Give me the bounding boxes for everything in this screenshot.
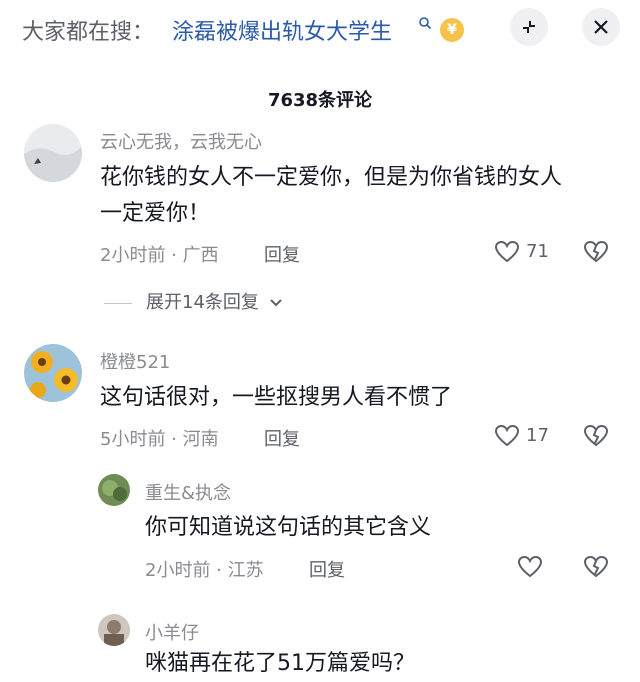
search-term-link[interactable]: 涂磊被爆出轨女大学生	[172, 14, 392, 46]
reply-button[interactable]: 回复	[309, 556, 345, 582]
divider	[104, 302, 132, 304]
search-icon	[419, 17, 432, 30]
top-search-bar: 大家都在搜： 涂磊被爆出轨女大学生 ¥	[0, 0, 640, 60]
like-count: 17	[526, 425, 549, 446]
comment-location: 广西	[182, 245, 219, 266]
reply-username[interactable]: 小羊仔	[145, 619, 199, 645]
close-button[interactable]	[582, 8, 620, 46]
minimize-button[interactable]	[510, 8, 548, 46]
reply-text: 你可知道说这句话的其它含义	[145, 515, 432, 540]
avatar[interactable]	[98, 614, 130, 646]
comment-location: 河南	[182, 429, 219, 450]
reply-time: 2小时前	[145, 560, 211, 581]
reply-button[interactable]: 回复	[264, 241, 300, 267]
comments-count: 7638条评论	[267, 90, 373, 111]
reply-button[interactable]: 回复	[264, 425, 300, 451]
comment-text: 这句话很对，一些抠搜男人看不惯了	[100, 385, 453, 410]
minimize-icon	[523, 21, 535, 33]
comment-time: 5小时前	[100, 429, 166, 450]
avatar[interactable]	[98, 474, 130, 506]
avatar[interactable]	[24, 344, 82, 402]
close-icon	[594, 20, 608, 34]
reply-text: 咪猫再在花了51万篇爱吗？	[145, 651, 415, 676]
expand-replies-button[interactable]: 展开14条回复	[104, 288, 283, 314]
comment-time: 2小时前	[100, 245, 166, 266]
comment-username[interactable]: 云心无我，云我无心	[100, 128, 262, 154]
comment-username[interactable]: 橙橙521	[100, 348, 170, 374]
reply-location: 江苏	[227, 560, 264, 581]
broken-heart-icon[interactable]	[583, 240, 609, 264]
reply-username[interactable]: 重生&执念	[145, 479, 231, 505]
broken-heart-icon[interactable]	[583, 555, 609, 579]
heart-icon[interactable]	[517, 555, 543, 579]
broken-heart-icon[interactable]	[583, 424, 609, 448]
search-prefix: 大家都在搜：	[22, 20, 155, 45]
like-count: 71	[526, 241, 549, 262]
avatar[interactable]	[24, 124, 82, 182]
expand-label: 展开14条回复	[146, 292, 259, 313]
comment-meta: 2小时前 · 广西	[100, 245, 219, 266]
reply-meta: 2小时前 · 江苏	[145, 560, 264, 581]
comment-meta: 5小时前 · 河南	[100, 429, 219, 450]
comment-text-line: 花你钱的女人不一定爱你，但是为你省钱的女人	[100, 165, 563, 190]
comment-text-line: 一定爱你！	[100, 201, 211, 226]
heart-icon[interactable]	[494, 424, 520, 448]
coin-icon[interactable]: ¥	[440, 18, 464, 42]
heart-icon[interactable]	[494, 240, 520, 264]
chevron-down-icon	[269, 299, 282, 307]
